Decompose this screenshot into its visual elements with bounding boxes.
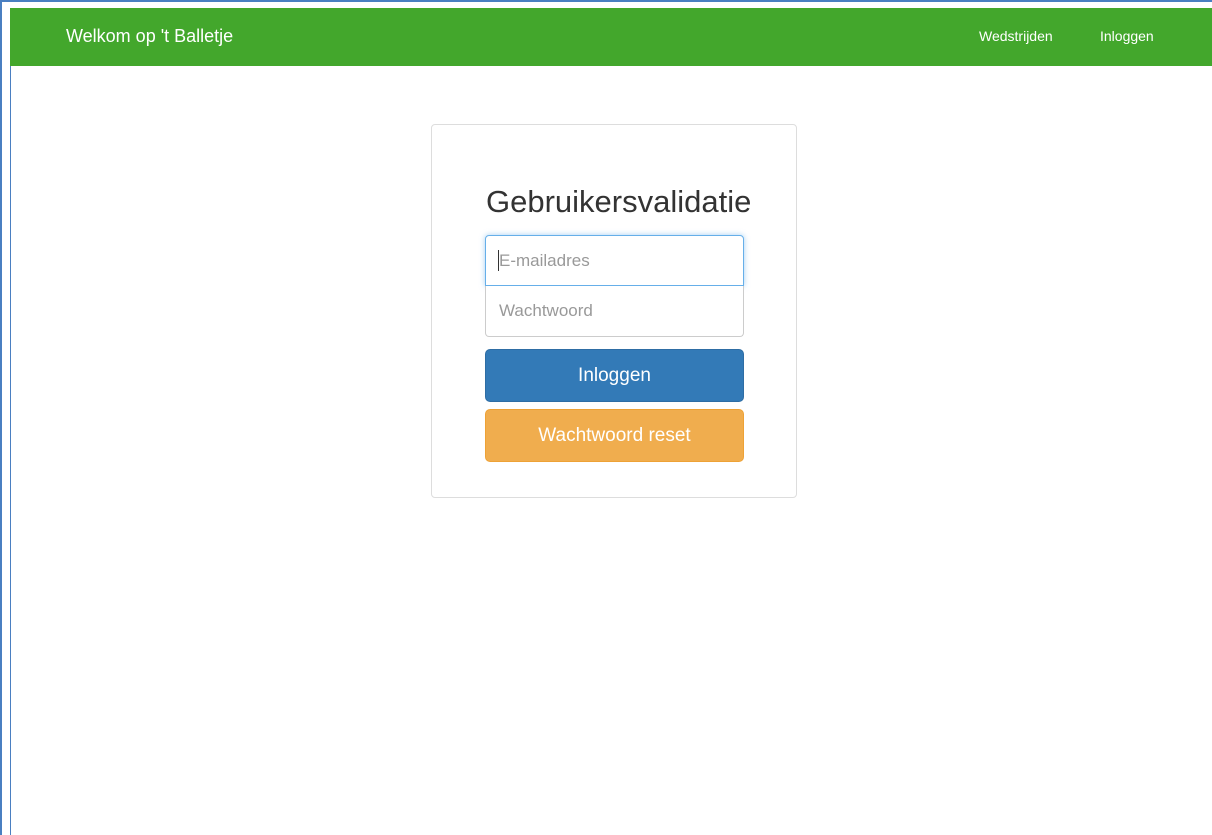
browser-viewport: Welkom op 't Balletje Wedstrijden Inlogg…: [0, 0, 1212, 835]
nav-link-wedstrijden[interactable]: Wedstrijden: [979, 28, 1053, 44]
login-button[interactable]: Inloggen: [485, 349, 744, 402]
login-title: Gebruikersvalidatie: [486, 184, 752, 219]
login-panel: Gebruikersvalidatie Inloggen Wachtwoord …: [431, 124, 797, 498]
text-cursor: [498, 250, 499, 271]
password-field[interactable]: [485, 286, 744, 337]
password-reset-button[interactable]: Wachtwoord reset: [485, 409, 744, 462]
top-navbar: Welkom op 't Balletje Wedstrijden Inlogg…: [10, 8, 1212, 66]
nav-link-inloggen[interactable]: Inloggen: [1100, 28, 1154, 44]
email-field[interactable]: [485, 235, 744, 286]
brand-link[interactable]: Welkom op 't Balletje: [66, 26, 233, 47]
left-edge-rule: [10, 66, 11, 835]
